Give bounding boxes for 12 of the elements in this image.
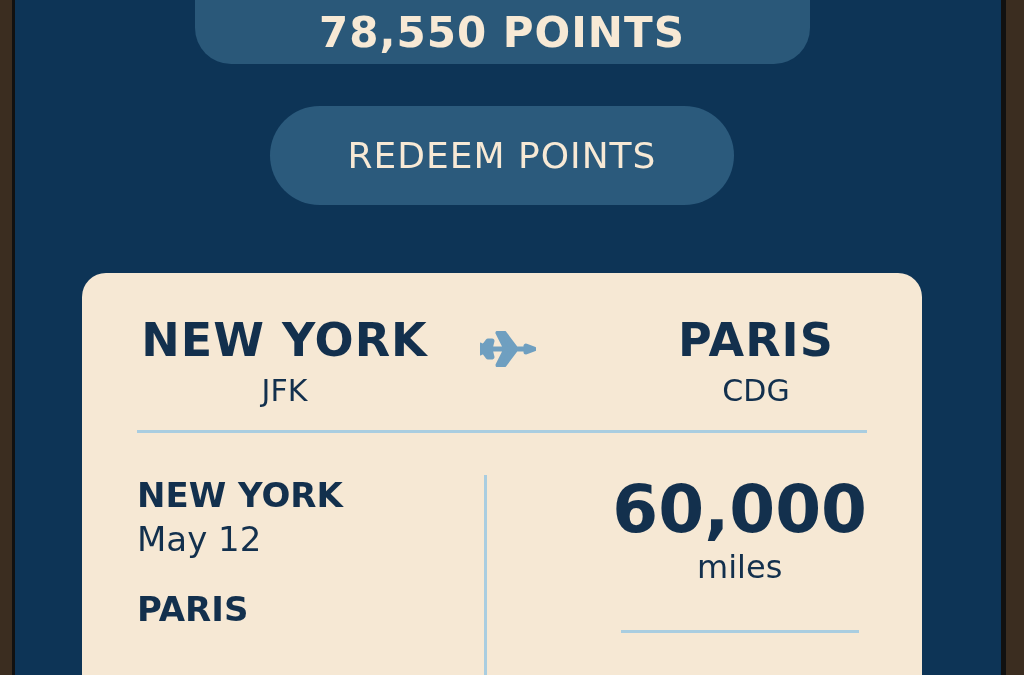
destination-code: CDG: [722, 373, 790, 408]
origin-code: JFK: [261, 373, 308, 408]
redeem-points-button[interactable]: REDEEM POINTS: [270, 106, 734, 205]
airplane-icon: [480, 331, 536, 367]
stop-date: May 12: [137, 519, 263, 559]
miles-unit: miles: [697, 548, 783, 586]
stop-city: PARIS: [137, 589, 250, 629]
points-balance: 78,550 POINTS: [194, 0, 810, 64]
stop-city: NEW YORK: [137, 475, 345, 515]
miles-amount: 60,000: [612, 471, 867, 548]
destination-city: PARIS: [678, 313, 834, 367]
origin-city: NEW YORK: [141, 313, 428, 367]
